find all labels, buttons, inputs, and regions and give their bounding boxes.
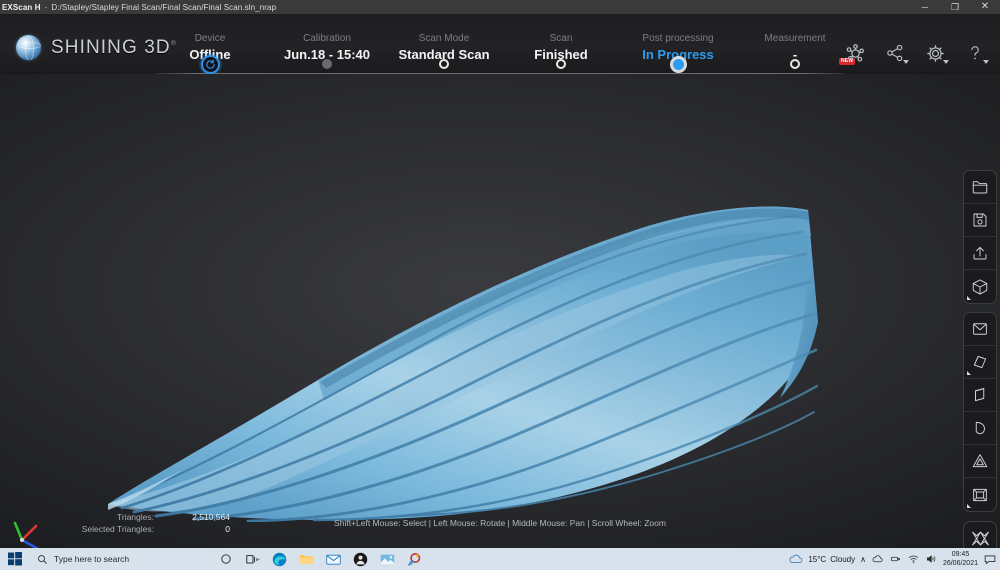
step-calibration-dot (322, 59, 332, 69)
step-scan-dot (556, 59, 566, 69)
system-tray: 15°C Cloudy ∧ (788, 550, 1000, 568)
taskbar-search[interactable]: Type here to search (30, 548, 200, 570)
step-scan-mode-dot (439, 59, 449, 69)
help-dropdown-caret[interactable] (983, 60, 989, 64)
fill-holes-icon[interactable] (964, 313, 996, 346)
ai-assistant-icon[interactable]: NEW (838, 38, 872, 68)
axis-gizmo[interactable] (6, 510, 52, 548)
cloud-icon (788, 554, 804, 565)
toolbar-group-view (963, 521, 997, 548)
window-title: EXScan H-D:/Stapley/Stapley Final Scan/F… (0, 3, 276, 12)
search-icon (37, 554, 48, 565)
window-title-separator: - (41, 3, 52, 12)
window-controls: ─ ❐ ✕ (910, 0, 1000, 14)
exscan-application-window: EXScan H-D:/Stapley/Stapley Final Scan/F… (0, 0, 1000, 570)
bounding-box-expand-corner[interactable] (967, 504, 971, 508)
taskbar-pinned-apps (212, 548, 428, 570)
edge-browser-icon[interactable] (266, 548, 293, 570)
app-header: SHINING 3D® Device Offline Calibration J… (0, 14, 1000, 74)
boat-hull-mesh[interactable] (108, 202, 818, 522)
usb-icon[interactable] (889, 552, 902, 566)
simplify-mesh-icon[interactable] (964, 445, 996, 478)
window-title-path: D:/Stapley/Stapley Final Scan/Final Scan… (51, 3, 276, 12)
step-device-refresh-icon[interactable] (201, 55, 220, 74)
window-titlebar: EXScan H-D:/Stapley/Stapley Final Scan/F… (0, 0, 1000, 14)
axis-x-line (22, 526, 36, 540)
export-mesh-icon[interactable] (964, 237, 996, 270)
weather-desc: Cloudy (830, 555, 855, 564)
action-center-icon[interactable] (983, 552, 996, 566)
share-icon[interactable] (878, 38, 912, 68)
taskbar-search-placeholder: Type here to search (54, 554, 129, 564)
close-button[interactable]: ✕ (970, 0, 1000, 14)
volume-icon[interactable] (925, 552, 938, 566)
mouse-hint-text: Shift+Left Mouse: Select | Left Mouse: R… (0, 518, 1000, 528)
globe-icon (16, 35, 41, 60)
mesh-model-icon[interactable] (964, 270, 996, 303)
share-dropdown-caret[interactable] (903, 60, 909, 64)
save-project-icon[interactable] (964, 204, 996, 237)
windows-taskbar: Type here to search (0, 548, 1000, 570)
network-icon[interactable] (907, 552, 920, 566)
settings-dropdown-caret[interactable] (943, 60, 949, 64)
bounding-box-icon[interactable] (964, 478, 996, 511)
teams-icon[interactable] (347, 548, 374, 570)
axis-z-line (22, 540, 40, 548)
step-post-processing-dot (670, 56, 687, 73)
weather-temp: 15°C (808, 555, 826, 564)
maximize-button[interactable]: ❐ (940, 0, 970, 14)
toolbar-group-edit (963, 312, 997, 512)
help-icon[interactable] (958, 38, 992, 68)
task-view-icon[interactable] (239, 548, 266, 570)
toolbar-group-file (963, 170, 997, 304)
header-icon-bar: NEW (838, 38, 992, 68)
clock-time: 09:45 (943, 550, 978, 559)
minimize-button[interactable]: ─ (910, 0, 940, 14)
sharpen-edge-icon[interactable] (964, 379, 996, 412)
smooth-surface-icon[interactable] (964, 412, 996, 445)
mirror-icon[interactable] (964, 522, 996, 548)
weather-widget[interactable]: 15°C Cloudy (788, 554, 855, 565)
open-project-icon[interactable] (964, 171, 996, 204)
trim-plane-icon[interactable] (964, 346, 996, 379)
exscan-app-icon[interactable] (401, 548, 428, 570)
axis-origin (20, 538, 24, 542)
tray-expand-chevron[interactable]: ∧ (860, 555, 866, 564)
gear-icon[interactable] (918, 38, 952, 68)
clock-date: 26/06/2021 (943, 559, 978, 568)
trim-plane-expand-corner[interactable] (967, 371, 971, 375)
cortana-icon[interactable] (212, 548, 239, 570)
file-explorer-icon[interactable] (293, 548, 320, 570)
mesh-model-expand-corner[interactable] (967, 296, 971, 300)
3d-viewport[interactable]: Triangles: 2,510,564 Selected Triangles:… (0, 74, 1000, 548)
window-title-app: EXScan H (2, 3, 41, 12)
photos-icon[interactable] (374, 548, 401, 570)
onedrive-icon[interactable] (871, 552, 884, 566)
windows-start-icon[interactable] (0, 548, 30, 570)
ai-assistant-badge: NEW (839, 58, 855, 65)
step-measurement-dot (790, 59, 800, 69)
mail-icon[interactable] (320, 548, 347, 570)
taskbar-clock[interactable]: 09:45 26/06/2021 (943, 550, 978, 568)
